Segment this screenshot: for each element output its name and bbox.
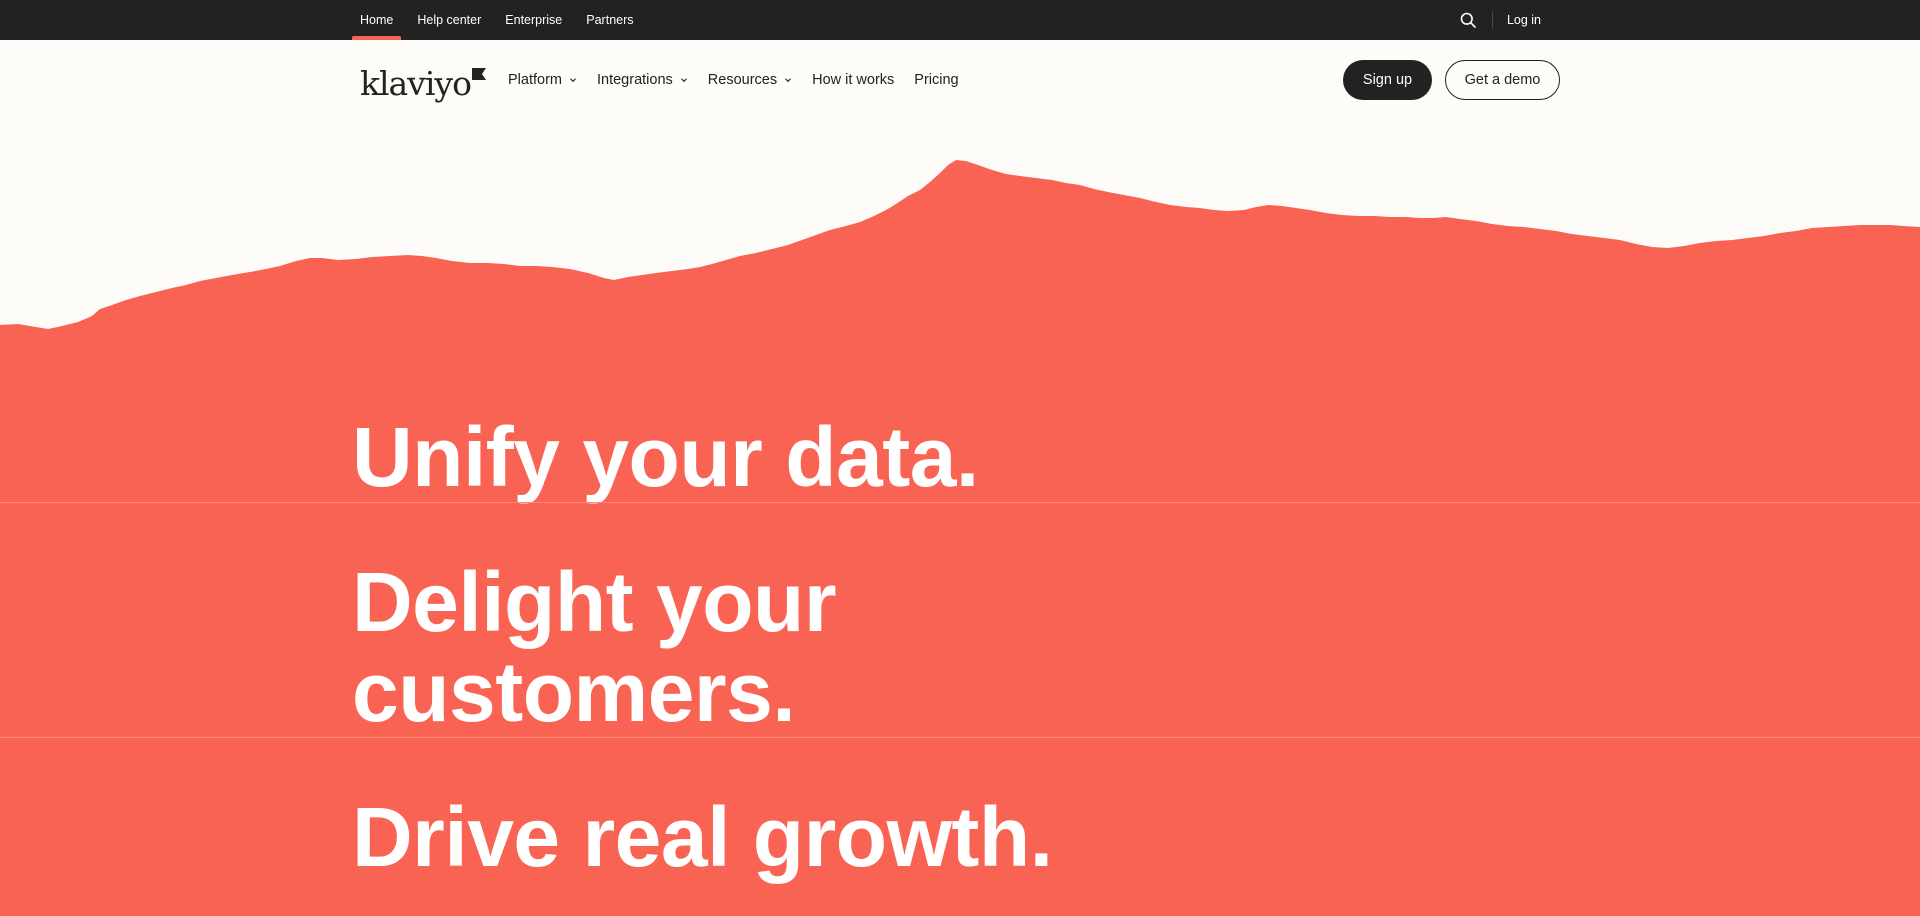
chevron-down-icon <box>785 78 791 83</box>
chevron-down-icon <box>570 78 576 83</box>
nav-item-label: Resources <box>707 72 778 88</box>
primary-nav: Platform Integrations Resources How it w… <box>508 40 979 120</box>
utility-link-help-center[interactable]: Help center <box>409 0 489 40</box>
nav-item-platform[interactable]: Platform <box>508 72 577 88</box>
nav-cta-group: Sign up Get a demo <box>1343 60 1560 100</box>
get-a-demo-button[interactable]: Get a demo <box>1445 60 1560 100</box>
logo-flag-icon <box>471 68 486 80</box>
klaviyo-logo[interactable]: klaviyo <box>360 60 486 100</box>
utility-links: Home Help center Enterprise Partners <box>352 0 650 40</box>
hero-headline-unify: Unify your data. <box>352 410 979 504</box>
hero-divider <box>0 502 1920 503</box>
utility-divider <box>1491 11 1493 29</box>
nav-item-resources[interactable]: Resources <box>708 72 792 88</box>
nav-item-label: Platform <box>508 72 562 88</box>
utility-actions: Log in <box>1456 0 1541 40</box>
search-icon <box>1460 12 1476 28</box>
hero-wave-decoration <box>0 160 1920 350</box>
login-link[interactable]: Log in <box>1507 13 1541 27</box>
hero-headline-delight: Delight your <box>352 555 837 649</box>
nav-item-how-it-works[interactable]: How it works <box>812 72 894 88</box>
search-button[interactable] <box>1456 8 1480 32</box>
main-nav: klaviyo Platform Integrations Resources … <box>0 40 1920 120</box>
hero-headline-customers: customers. <box>352 645 796 739</box>
utility-link-home[interactable]: Home <box>352 0 402 40</box>
nav-item-label: Pricing <box>914 72 959 88</box>
utility-link-enterprise[interactable]: Enterprise <box>497 0 570 40</box>
logo-wordmark: klaviyo <box>360 64 472 103</box>
nav-item-integrations[interactable]: Integrations <box>597 72 688 88</box>
nav-item-pricing[interactable]: Pricing <box>914 72 958 88</box>
utility-link-partners[interactable]: Partners <box>578 0 641 40</box>
nav-item-label: How it works <box>812 72 895 88</box>
hero-divider <box>0 737 1920 738</box>
hero-headline-growth: Drive real growth. <box>352 790 1053 884</box>
chevron-down-icon <box>680 78 687 83</box>
utility-bar: Home Help center Enterprise Partners Log… <box>0 0 1920 40</box>
sign-up-button[interactable]: Sign up <box>1343 60 1432 100</box>
nav-item-label: Integrations <box>597 72 673 88</box>
